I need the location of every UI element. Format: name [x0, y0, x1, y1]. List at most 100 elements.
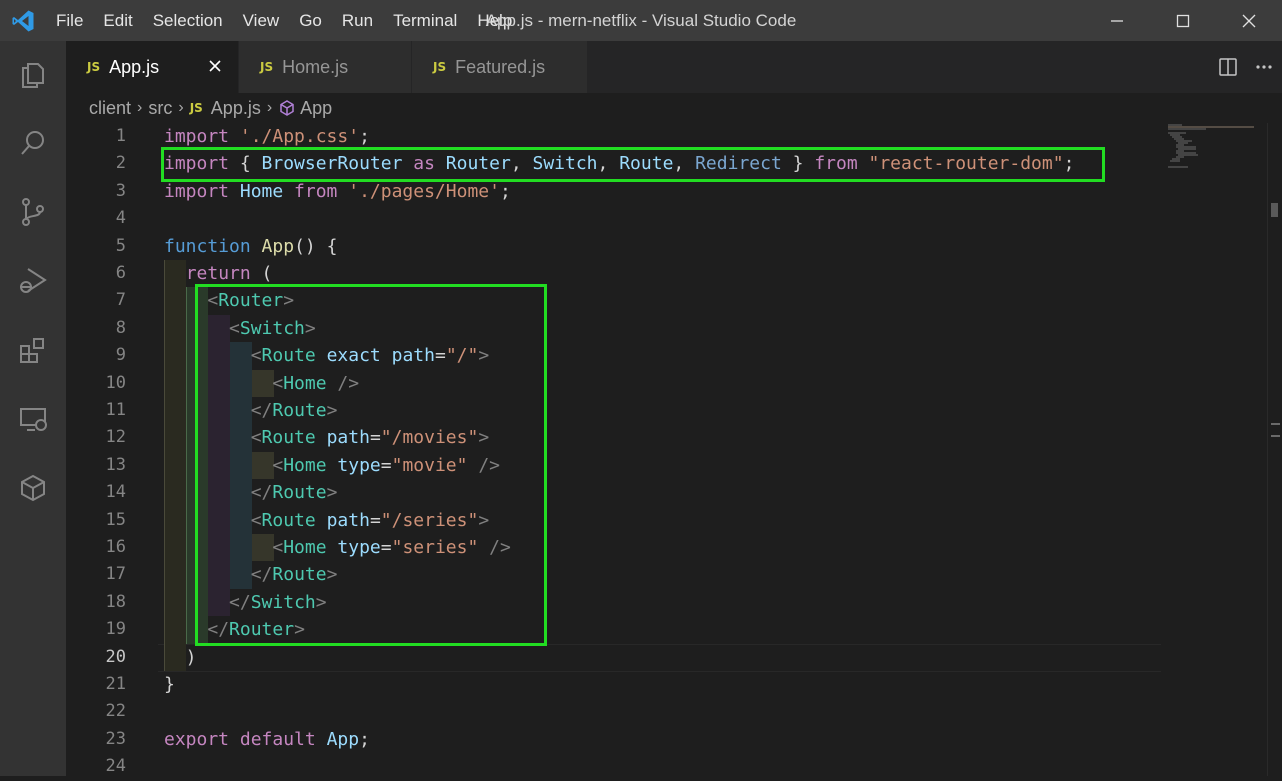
- menu-terminal[interactable]: Terminal: [383, 0, 467, 41]
- chevron-right-icon: ›: [266, 99, 273, 116]
- docker-icon[interactable]: [0, 458, 66, 518]
- tab-app-js[interactable]: JS App.js: [66, 41, 238, 93]
- line-number: 4: [115, 208, 126, 229]
- line-number: 9: [115, 345, 126, 366]
- code-token: return: [185, 263, 262, 284]
- annotation-box-router: [195, 284, 547, 646]
- close-icon[interactable]: [204, 55, 226, 77]
- more-actions-icon[interactable]: [1246, 41, 1282, 93]
- close-window-button[interactable]: [1216, 0, 1282, 41]
- js-file-icon: JS: [87, 60, 101, 74]
- menu-go[interactable]: Go: [289, 0, 332, 41]
- minimize-button[interactable]: [1084, 0, 1150, 41]
- line-number: 17: [105, 564, 126, 585]
- menu-help[interactable]: Help: [467, 0, 522, 41]
- explorer-icon[interactable]: [0, 45, 66, 105]
- code-line: export default App;: [164, 726, 370, 753]
- activity-bar: [0, 41, 66, 776]
- scroll-thumb[interactable]: [1271, 423, 1280, 437]
- vscode-logo-icon: [0, 0, 46, 41]
- menu-file[interactable]: File: [46, 0, 93, 41]
- tab-label: Featured.js: [455, 56, 546, 77]
- chevron-right-icon: ›: [137, 99, 143, 116]
- line-number: 15: [105, 509, 126, 530]
- breadcrumb-file[interactable]: App.js: [211, 98, 261, 119]
- current-line-highlight: [158, 643, 1161, 672]
- js-file-icon: JS: [189, 101, 203, 115]
- code-token: () {: [294, 235, 338, 257]
- tab-label: App.js: [109, 56, 160, 77]
- line-number: 19: [105, 619, 126, 640]
- code-token: }: [164, 674, 175, 695]
- menu-view[interactable]: View: [233, 0, 290, 41]
- breadcrumb-symbol[interactable]: App: [300, 98, 332, 119]
- minimap[interactable]: [1166, 123, 1256, 183]
- code-token: './App.css': [239, 126, 360, 147]
- line-number: 3: [115, 180, 126, 201]
- code-token: App: [261, 235, 295, 257]
- breadcrumb-client[interactable]: client: [89, 98, 131, 119]
- title-bar: File Edit Selection View Go Run Terminal Help A…: [0, 0, 1282, 41]
- line-number: 16: [105, 537, 126, 557]
- source-control-icon[interactable]: [0, 182, 66, 242]
- code-token: (: [261, 263, 273, 284]
- code-token: import: [164, 180, 240, 202]
- line-number: 11: [105, 400, 126, 420]
- split-editor-icon[interactable]: [1210, 41, 1246, 93]
- line-number: 12: [105, 427, 126, 448]
- menu-edit[interactable]: Edit: [93, 0, 142, 41]
- js-file-icon: JS: [260, 60, 274, 74]
- code-token: ;: [499, 180, 511, 202]
- code-line: ): [164, 644, 197, 671]
- line-number: 22: [105, 701, 126, 722]
- line-number: 24: [105, 756, 126, 777]
- code-token: App: [326, 728, 360, 750]
- tab-label: Home.js: [282, 56, 349, 77]
- line-number: 2: [115, 153, 126, 174]
- remote-explorer-icon[interactable]: [0, 389, 66, 449]
- code-token: './pages/Home': [348, 180, 500, 202]
- code-token: ): [164, 646, 197, 668]
- code-token: from: [294, 180, 349, 202]
- code-line: }: [164, 671, 175, 698]
- extensions-icon[interactable]: [0, 320, 66, 380]
- code-token: default: [239, 728, 327, 750]
- js-file-icon: JS: [433, 60, 447, 74]
- maximize-button[interactable]: [1150, 0, 1216, 41]
- scroll-marker: [1271, 203, 1278, 217]
- line-number: 23: [105, 728, 126, 749]
- line-number: 5: [115, 235, 126, 256]
- vertical-scrollbar[interactable]: [1267, 123, 1282, 776]
- code-token: function: [164, 235, 262, 257]
- menu-bar: File Edit Selection View Go Run Terminal Help: [46, 0, 522, 41]
- menu-selection[interactable]: Selection: [143, 0, 233, 41]
- line-number: 21: [105, 674, 126, 694]
- annotation-box-import: [161, 147, 1105, 182]
- line-number: 13: [105, 454, 126, 475]
- tab-featured-js[interactable]: JS Featured.js: [412, 41, 587, 93]
- run-debug-icon[interactable]: [0, 251, 66, 311]
- line-number: 7: [115, 290, 126, 311]
- code-line: function App() {: [164, 233, 337, 260]
- search-icon[interactable]: [0, 113, 66, 173]
- code-token: import: [164, 126, 240, 147]
- chevron-right-icon: ›: [178, 99, 184, 116]
- line-number: 18: [105, 591, 126, 612]
- line-number: 14: [105, 482, 126, 503]
- menu-run[interactable]: Run: [332, 0, 383, 41]
- line-number: 1: [115, 126, 126, 146]
- line-number: 10: [105, 372, 126, 393]
- symbol-method-icon: [278, 99, 296, 117]
- code-token: Home: [239, 180, 295, 202]
- code-token: ;: [359, 728, 370, 750]
- code-token: export: [164, 728, 240, 750]
- breadcrumb: client › src › JS App.js › App: [66, 93, 1282, 123]
- tab-bar: JS App.js JS Home.js JS Featured.js: [66, 41, 1282, 93]
- tab-home-js[interactable]: JS Home.js: [239, 41, 411, 93]
- code-editor[interactable]: 1 2 3 4 5 6 7 8 9 10 11 12 13 14 15 16 17 18 19 20 21 22 23 24 …: [66, 123, 1282, 776]
- code-token: ;: [359, 126, 370, 147]
- line-number: 8: [115, 317, 126, 338]
- breadcrumb-src[interactable]: src: [148, 98, 172, 119]
- line-number: 20: [105, 646, 126, 667]
